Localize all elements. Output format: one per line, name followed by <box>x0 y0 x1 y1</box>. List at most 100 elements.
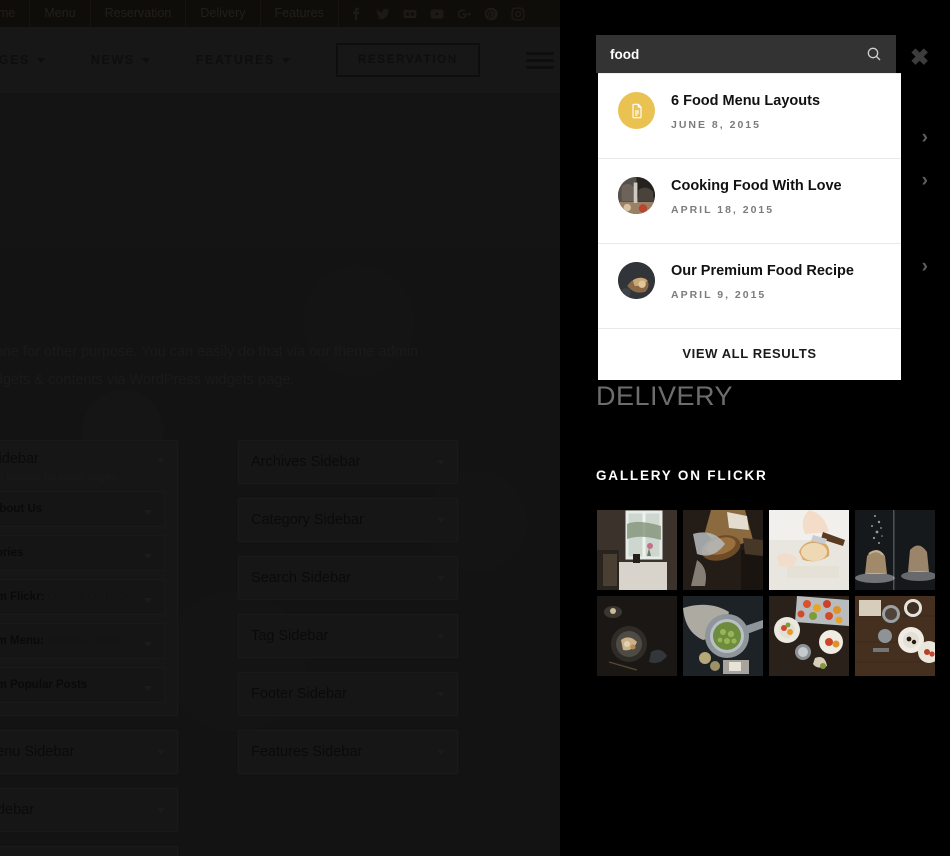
flickr-thumb-flour-sack-dust[interactable] <box>855 510 935 590</box>
flickr-widget-title: GALLERY ON FLICKR <box>596 468 768 483</box>
chevron-down-icon[interactable] <box>437 692 445 697</box>
background-site: me Menu Reservation Delivery Features AG… <box>0 0 560 856</box>
nav-item-pages[interactable]: AGES <box>0 53 45 67</box>
topnav-item-1[interactable]: Menu <box>30 0 91 27</box>
search-result-item[interactable]: Our Premium Food Recipe APRIL 9, 2015 <box>598 244 901 329</box>
youtube-icon[interactable] <box>430 7 444 21</box>
widget-panel-subtitle: The default sidebar for every pages <box>0 471 117 483</box>
widget-panel-archives-sidebar[interactable]: Archives Sidebar <box>238 440 458 484</box>
document-icon <box>618 92 655 129</box>
chevron-down-icon <box>281 57 290 63</box>
chevron-down-icon[interactable] <box>157 808 165 813</box>
instagram-icon[interactable] <box>511 6 525 21</box>
nav-item-pages-label: AGES <box>0 53 30 67</box>
top-bar-nav: me Menu Reservation Delivery Features <box>0 0 339 27</box>
widget-row[interactable]: Text: About Us <box>0 491 165 527</box>
search-result-thumbnail <box>618 177 655 214</box>
widget-row[interactable]: Custom Popular Posts <box>0 667 165 703</box>
widget-row-prefix: Custom Flickr: <box>0 591 45 603</box>
flickr-thumb-dark-plate-overhead[interactable] <box>597 596 677 676</box>
widget-row[interactable]: Custom Menu: Sample Pages <box>0 623 165 659</box>
widget-panel-blog-sidebar[interactable]: Blog Sidebar <box>0 788 178 832</box>
reservation-button[interactable]: RESERVATION <box>335 43 480 77</box>
nav-item-news[interactable]: NEWS <box>91 53 150 67</box>
intro-line-1: e a new one for other purpose. You can e… <box>0 344 419 360</box>
search-result-item[interactable]: Cooking Food With Love APRIL 18, 2015 <box>598 159 901 244</box>
flickr-icon[interactable] <box>403 7 417 21</box>
widget-row[interactable]: Custom Flickr: Gallery On Flickr <box>0 579 165 615</box>
google-plus-icon[interactable] <box>457 7 471 21</box>
flickr-thumb-green-pasta-pan[interactable] <box>683 596 763 676</box>
flickr-thumb-coffee-cups-wood[interactable] <box>855 596 935 676</box>
widget-panel-title: Tag Sidebar <box>251 628 329 644</box>
top-bar: me Menu Reservation Delivery Features <box>0 0 560 27</box>
topnav-item-0[interactable]: me <box>0 0 31 27</box>
chevron-down-icon[interactable] <box>144 553 152 559</box>
chevron-down-icon[interactable] <box>437 460 445 465</box>
flickr-thumb-window-table-flowers[interactable] <box>597 510 677 590</box>
widget-panel-title: Features Sidebar <box>251 744 363 760</box>
search-results-list: 6 Food Menu Layouts JUNE 8, 2015 Cooking… <box>598 73 901 380</box>
widget-row[interactable]: Categories <box>0 535 165 571</box>
search-input[interactable] <box>610 46 866 62</box>
widget-panel-title: Page Sidebar <box>0 451 39 467</box>
search-result-title: Our Premium Food Recipe <box>671 263 854 279</box>
main-nav: AGES NEWS FEATURES RESERVATION <box>0 27 560 93</box>
search-overlay: 6 Food Menu Layouts JUNE 8, 2015 Cooking… <box>596 35 901 380</box>
widget-panel-features-sidebar[interactable]: Features Sidebar <box>238 730 458 774</box>
close-icon[interactable]: ✖ <box>910 46 929 69</box>
magnifier-icon[interactable] <box>866 46 882 62</box>
hamburger-icon[interactable] <box>525 51 554 69</box>
widget-panel-title: Category Sidebar <box>251 512 364 528</box>
chevron-down-icon[interactable] <box>144 641 152 647</box>
search-result-title: Cooking Food With Love <box>671 178 842 194</box>
widget-panel-tag-sidebar[interactable]: Tag Sidebar <box>238 614 458 658</box>
chevron-down-icon[interactable] <box>437 518 445 523</box>
chevron-right-icon[interactable]: › <box>922 257 928 276</box>
nav-item-features[interactable]: FEATURES <box>196 53 290 67</box>
widget-panel-footer-sidebar[interactable]: Footer Sidebar <box>238 672 458 716</box>
view-all-results-button[interactable]: VIEW ALL RESULTS <box>598 329 901 380</box>
flickr-thumb-roasted-vegetables-tray[interactable] <box>769 596 849 676</box>
screen: me Menu Reservation Delivery Features AG… <box>0 0 950 856</box>
search-bar[interactable] <box>596 35 896 73</box>
widget-panel-title: Search Sidebar <box>251 570 351 586</box>
chevron-down-icon[interactable] <box>144 509 152 515</box>
pinterest-icon[interactable] <box>484 7 498 21</box>
search-result-item[interactable]: 6 Food Menu Layouts JUNE 8, 2015 <box>598 74 901 159</box>
search-result-title: 6 Food Menu Layouts <box>671 93 821 109</box>
facebook-icon[interactable] <box>349 7 363 21</box>
widget-row-name: Categories <box>0 547 24 559</box>
topnav-item-3[interactable]: Delivery <box>186 0 261 27</box>
twitter-icon[interactable] <box>376 7 390 21</box>
widget-panel-page-sidebar[interactable]: Page Sidebar The default sidebar for eve… <box>0 440 178 716</box>
nav-item-news-label: NEWS <box>90 53 135 67</box>
chevron-down-icon[interactable] <box>437 634 445 639</box>
chevron-right-icon[interactable]: › <box>922 171 928 190</box>
intro-text: e a new one for other purpose. You can e… <box>0 338 500 394</box>
topnav-item-4[interactable]: Features <box>261 0 339 27</box>
nav-item-features-label: FEATURES <box>195 53 275 67</box>
topnav-item-2[interactable]: Reservation <box>91 0 187 27</box>
chevron-down-icon[interactable] <box>437 576 445 581</box>
widget-panel-category-sidebar[interactable]: Category Sidebar <box>238 498 458 542</box>
chevron-down-icon[interactable] <box>157 750 165 755</box>
chevron-up-icon[interactable] <box>157 457 165 462</box>
widget-row-name: Gallery On Flickr <box>47 591 134 603</box>
chevron-down-icon[interactable] <box>144 685 152 691</box>
chevron-down-icon <box>36 57 45 63</box>
widget-panel-title: Archives Sidebar <box>251 454 361 470</box>
delivery-heading: DELIVERY <box>596 381 734 411</box>
chevron-down-icon[interactable] <box>437 750 445 755</box>
hero-band <box>0 93 560 248</box>
flickr-thumb-slicing-bread[interactable] <box>769 510 849 590</box>
widget-panel-contact-sidebar[interactable]: Contact Sidebar <box>0 846 178 856</box>
chevron-right-icon[interactable]: › <box>922 128 928 147</box>
widget-column-left: Page Sidebar The default sidebar for eve… <box>0 440 178 856</box>
widget-panel-search-sidebar[interactable]: Search Sidebar <box>238 556 458 600</box>
chevron-down-icon[interactable] <box>144 597 152 603</box>
flickr-thumb-bread-loaf-cloth[interactable] <box>683 510 763 590</box>
widget-panel-title: Side Menu Sidebar <box>0 744 75 760</box>
widget-panel-side-menu-sidebar[interactable]: Side Menu Sidebar <box>0 730 178 774</box>
chevron-down-icon <box>141 57 150 63</box>
